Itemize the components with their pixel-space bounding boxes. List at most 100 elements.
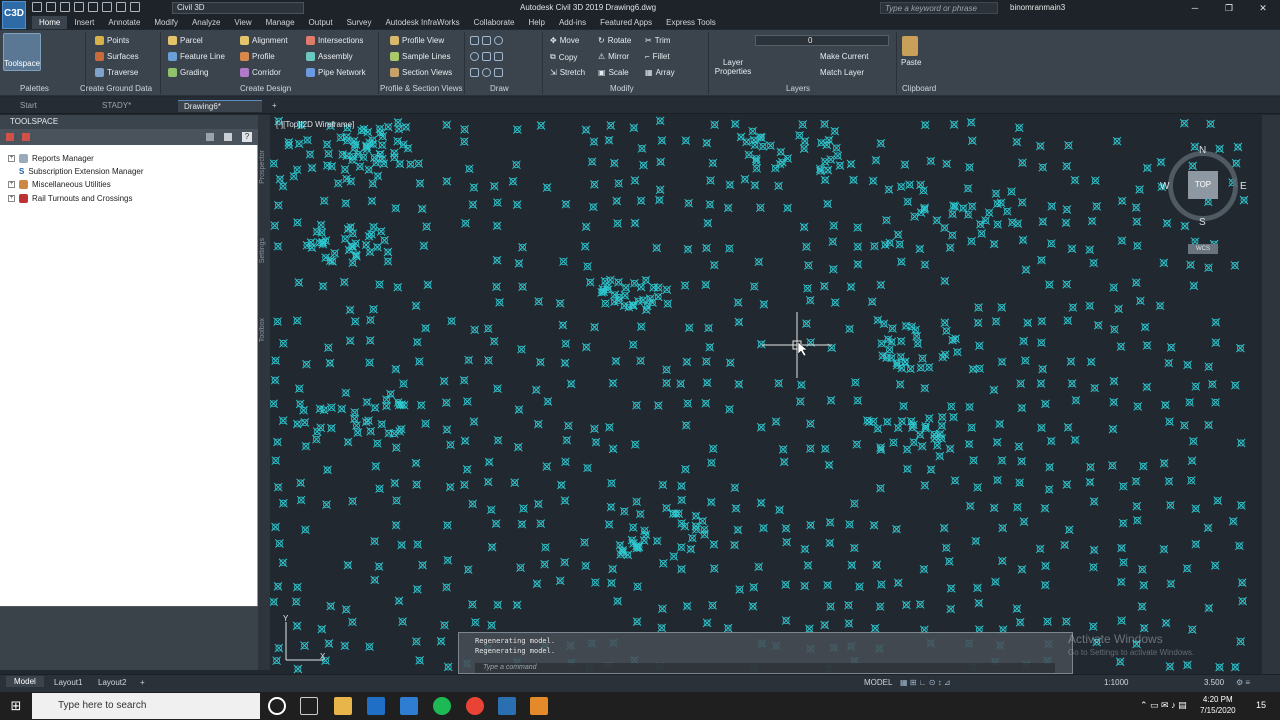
survey-point[interactable] bbox=[991, 317, 1001, 326]
survey-point[interactable] bbox=[919, 186, 928, 195]
survey-point[interactable] bbox=[917, 441, 927, 451]
survey-point[interactable] bbox=[412, 337, 422, 347]
survey-point[interactable] bbox=[348, 617, 357, 627]
survey-point[interactable] bbox=[775, 505, 784, 515]
survey-point[interactable] bbox=[1204, 263, 1213, 273]
survey-point[interactable] bbox=[756, 498, 766, 508]
survey-point[interactable] bbox=[517, 519, 527, 529]
survey-point[interactable] bbox=[327, 403, 336, 412]
survey-point[interactable] bbox=[885, 345, 894, 355]
survey-point[interactable] bbox=[489, 336, 499, 346]
survey-point[interactable] bbox=[897, 416, 907, 426]
survey-point[interactable] bbox=[799, 144, 809, 153]
tree-item-reports-manager[interactable]: + Reports Manager bbox=[8, 154, 94, 163]
survey-point[interactable] bbox=[989, 385, 999, 395]
survey-point[interactable] bbox=[510, 478, 520, 487]
survey-point[interactable] bbox=[365, 642, 374, 652]
survey-point[interactable] bbox=[967, 423, 976, 432]
survey-point[interactable] bbox=[969, 456, 978, 465]
survey-point[interactable] bbox=[677, 481, 686, 491]
survey-point[interactable] bbox=[1046, 239, 1056, 248]
survey-point[interactable] bbox=[1138, 461, 1148, 471]
tab-output[interactable]: Output bbox=[302, 16, 340, 29]
survey-point[interactable] bbox=[1131, 278, 1141, 287]
tree-item-misc-utilities[interactable]: + Miscellaneous Utilities bbox=[8, 180, 111, 189]
survey-point[interactable] bbox=[1161, 400, 1170, 410]
survey-point[interactable] bbox=[926, 465, 936, 474]
survey-point[interactable] bbox=[844, 600, 853, 610]
tab-add-ins[interactable]: Add-ins bbox=[552, 16, 593, 29]
survey-point[interactable] bbox=[795, 130, 804, 140]
survey-point[interactable] bbox=[882, 417, 892, 427]
survey-point[interactable] bbox=[702, 243, 711, 253]
survey-point[interactable] bbox=[702, 618, 712, 628]
survey-point[interactable] bbox=[902, 445, 912, 454]
close-icon[interactable]: ✕ bbox=[1246, 0, 1280, 16]
survey-point[interactable] bbox=[905, 180, 914, 190]
survey-point[interactable] bbox=[896, 352, 906, 362]
survey-point[interactable] bbox=[1018, 235, 1028, 245]
survey-point[interactable] bbox=[896, 336, 906, 346]
survey-point[interactable] bbox=[1118, 518, 1128, 528]
survey-point[interactable] bbox=[322, 500, 331, 510]
survey-point[interactable] bbox=[1062, 279, 1072, 289]
survey-point[interactable] bbox=[279, 338, 288, 348]
survey-point[interactable] bbox=[325, 358, 335, 368]
survey-point[interactable] bbox=[702, 138, 712, 148]
survey-point[interactable] bbox=[446, 440, 455, 450]
survey-point[interactable] bbox=[483, 324, 493, 333]
survey-point[interactable] bbox=[887, 353, 896, 363]
survey-point[interactable] bbox=[946, 402, 956, 411]
survey-point[interactable] bbox=[1037, 338, 1046, 348]
survey-point[interactable] bbox=[587, 157, 597, 167]
survey-point[interactable] bbox=[518, 242, 527, 252]
survey-point[interactable] bbox=[1191, 504, 1201, 513]
survey-point[interactable] bbox=[981, 216, 991, 225]
survey-point[interactable] bbox=[864, 417, 874, 427]
survey-point[interactable] bbox=[1088, 622, 1098, 631]
survey-point[interactable] bbox=[628, 523, 638, 532]
survey-point[interactable] bbox=[1067, 379, 1077, 388]
survey-point[interactable] bbox=[443, 555, 453, 565]
survey-point[interactable] bbox=[725, 244, 734, 253]
survey-point[interactable] bbox=[583, 262, 592, 271]
survey-point[interactable] bbox=[604, 520, 614, 529]
survey-point[interactable] bbox=[1187, 625, 1197, 634]
survey-point[interactable] bbox=[1210, 561, 1220, 570]
survey-point[interactable] bbox=[333, 178, 343, 188]
survey-point[interactable] bbox=[350, 143, 359, 153]
survey-point[interactable] bbox=[1191, 382, 1201, 391]
survey-point[interactable] bbox=[701, 280, 711, 290]
survey-point[interactable] bbox=[401, 122, 411, 132]
panel-palettes[interactable]: Palettes bbox=[20, 84, 49, 93]
survey-point[interactable] bbox=[752, 156, 761, 166]
survey-point[interactable] bbox=[1108, 461, 1117, 470]
drawing-viewport[interactable] bbox=[270, 115, 1260, 675]
survey-point[interactable] bbox=[342, 151, 352, 161]
survey-point[interactable] bbox=[440, 620, 449, 630]
autodesk-icon[interactable] bbox=[530, 697, 548, 715]
survey-point[interactable] bbox=[1183, 360, 1192, 370]
notification-icon[interactable]: 15 bbox=[1256, 700, 1266, 710]
tab-insert[interactable]: Insert bbox=[67, 16, 101, 29]
survey-point[interactable] bbox=[895, 380, 905, 389]
survey-point[interactable] bbox=[278, 558, 288, 568]
survey-point[interactable] bbox=[705, 342, 715, 352]
survey-point[interactable] bbox=[315, 404, 325, 414]
survey-point[interactable] bbox=[543, 397, 553, 406]
survey-point[interactable] bbox=[558, 320, 568, 330]
survey-point[interactable] bbox=[1213, 496, 1223, 505]
survey-point[interactable] bbox=[945, 243, 955, 252]
survey-point[interactable] bbox=[671, 509, 681, 519]
survey-point[interactable] bbox=[691, 521, 701, 531]
survey-point[interactable] bbox=[652, 243, 662, 253]
survey-point[interactable] bbox=[636, 196, 646, 206]
survey-point[interactable] bbox=[599, 287, 608, 297]
survey-point[interactable] bbox=[975, 341, 984, 351]
survey-point[interactable] bbox=[369, 304, 378, 314]
survey-point[interactable] bbox=[630, 218, 640, 228]
survey-point[interactable] bbox=[965, 162, 974, 172]
viewcube-top[interactable]: TOP bbox=[1188, 171, 1218, 199]
survey-point[interactable] bbox=[397, 540, 406, 550]
survey-point[interactable] bbox=[918, 354, 927, 363]
